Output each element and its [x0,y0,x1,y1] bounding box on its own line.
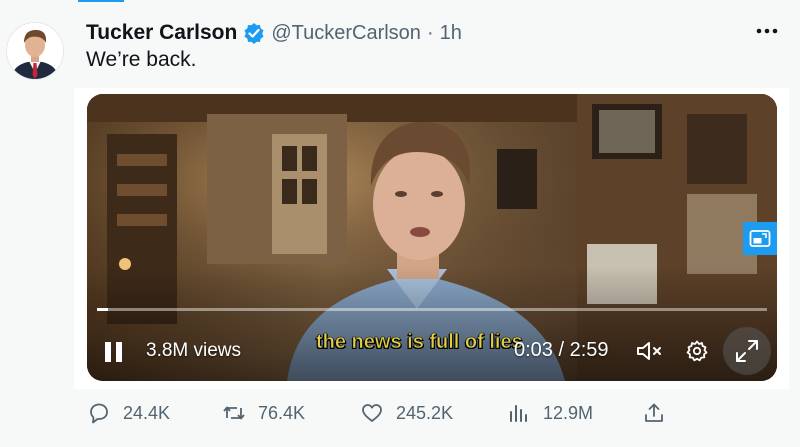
picture-in-picture-icon[interactable] [743,222,777,255]
more-dots-icon[interactable] [752,20,782,42]
reply-button[interactable]: 24.4K [87,398,170,428]
video-timecode: 0:03 / 2:59 [514,339,609,361]
tweet-text: We’re back. [86,48,197,71]
views-count: 12.9M [543,402,594,423]
video-player[interactable]: 3.8M views the news is full of lies 0:03… [87,94,777,381]
progress-bar[interactable] [97,308,767,311]
mute-icon[interactable] [635,339,667,363]
retweet-icon [222,401,246,425]
author-handle[interactable]: @TuckerCarlson [271,22,421,45]
video-views: 3.8M views [146,340,242,361]
avatar[interactable] [6,22,64,80]
retweet-button[interactable]: 76.4K [222,398,305,428]
analytics-icon [507,401,531,425]
reply-icon [87,401,111,425]
author-name[interactable]: Tucker Carlson [86,21,237,45]
fullscreen-icon[interactable] [723,327,771,375]
reply-count: 24.4K [123,402,171,423]
action-bar: 24.4K 76.4K 245.2K 12.9M [0,398,800,428]
tweet[interactable]: Tucker Carlson @TuckerCarlson · 1h We’re… [0,0,800,447]
separator-dot: · [426,21,434,44]
retweet-count: 76.4K [258,402,306,423]
share-icon [642,401,666,425]
like-count: 245.2K [396,402,454,423]
video-caption: the news is full of lies [316,331,523,354]
like-button[interactable]: 245.2K [360,398,453,428]
tweet-header: Tucker Carlson @TuckerCarlson · 1h [86,18,462,48]
progress-fill [97,308,109,311]
verified-badge-icon [243,22,265,44]
heart-icon [360,401,384,425]
pause-icon[interactable] [105,341,127,363]
tweet-time[interactable]: 1h [440,22,462,45]
share-button[interactable] [642,398,666,428]
views-button[interactable]: 12.9M [507,398,593,428]
gear-icon[interactable] [685,339,709,363]
